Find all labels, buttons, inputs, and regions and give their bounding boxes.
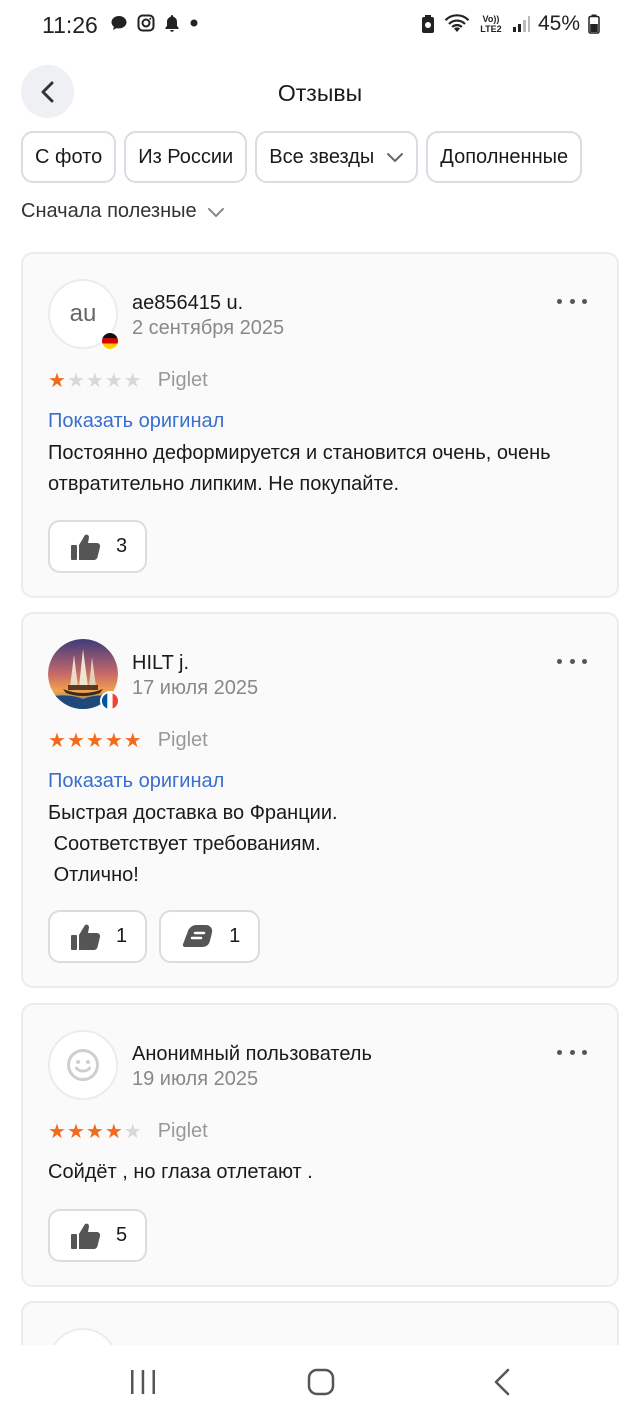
status-time: 11:26 <box>42 12 98 38</box>
review-date: 19 июля 2025 <box>132 1068 259 1090</box>
star-icon: ★ <box>66 370 85 392</box>
more-options-button[interactable] <box>557 656 587 666</box>
wifi-icon <box>444 14 470 32</box>
filter-with-photo[interactable]: С фото <box>21 131 117 183</box>
reviewer-name: HILT j. <box>132 652 190 674</box>
review-actions: 3 <box>48 520 148 573</box>
status-right: Vo)) LTE2 45% <box>420 12 600 36</box>
review-actions: 5 <box>48 1209 148 1262</box>
back-nav-button[interactable] <box>488 1367 518 1397</box>
germany-flag-icon <box>100 331 120 351</box>
comment-count: 1 <box>229 925 241 947</box>
network-label: Vo)) LTE2 <box>480 14 502 34</box>
like-button[interactable]: 1 <box>48 910 148 963</box>
star-icon: ★ <box>123 730 142 752</box>
chevron-down-icon <box>207 207 224 217</box>
star-icon: ★ <box>104 1121 123 1143</box>
thumbs-up-icon <box>71 534 101 560</box>
thumbs-up-icon <box>71 1223 101 1249</box>
smiley-icon <box>67 1049 99 1081</box>
product-variant: Piglet <box>157 729 208 751</box>
star-icon: ★ <box>66 730 85 752</box>
star-rating: ★ ★ ★ ★ ★ <box>48 1119 142 1144</box>
show-original-link[interactable]: Показать оригинал <box>48 410 224 433</box>
star-rating: ★ ★ ★ ★ ★ <box>48 368 142 393</box>
filter-all-stars[interactable]: Все звезды <box>255 131 419 183</box>
rating-row: ★ ★ ★ ★ ★ Piglet <box>48 728 208 753</box>
star-rating: ★ ★ ★ ★ ★ <box>48 728 142 753</box>
star-icon: ★ <box>104 730 123 752</box>
product-variant: Piglet <box>157 369 208 391</box>
star-icon: ★ <box>104 370 123 392</box>
review-text: Быстрая доставка во Франции. Соответству… <box>48 802 338 886</box>
filter-label: Из России <box>138 145 234 168</box>
instagram-icon <box>137 14 155 32</box>
comment-button[interactable]: 1 <box>159 910 261 963</box>
more-options-button[interactable] <box>557 1047 587 1057</box>
filter-label: Дополненные <box>440 145 569 168</box>
star-icon: ★ <box>66 1121 85 1143</box>
chevron-down-icon <box>387 153 404 163</box>
page-title: Отзывы <box>277 80 363 106</box>
like-count: 3 <box>116 535 128 557</box>
avatar[interactable] <box>48 1030 118 1100</box>
show-original-link[interactable]: Показать оригинал <box>48 770 224 793</box>
home-button[interactable] <box>306 1367 336 1397</box>
notification-icons <box>110 14 199 32</box>
bell-icon <box>165 15 179 32</box>
star-icon: ★ <box>123 370 142 392</box>
status-bar: 11:26 Vo)) LTE2 45% <box>0 0 640 52</box>
star-icon: ★ <box>48 370 66 392</box>
review-date: 2 сентября 2025 <box>132 317 285 339</box>
like-button[interactable]: 5 <box>48 1209 148 1262</box>
review-card: Анонимный пользователь 19 июля 2025 ★ ★ ★ ★… <box>21 1003 619 1287</box>
signal-icon <box>512 16 530 32</box>
battery-saver-icon <box>421 15 434 33</box>
reviewer-name: Анонимный пользователь <box>132 1043 372 1065</box>
star-icon: ★ <box>48 1121 66 1143</box>
like-count: 5 <box>116 1224 128 1246</box>
like-button[interactable]: 3 <box>48 520 148 573</box>
star-icon: ★ <box>123 1121 142 1143</box>
review-date: 17 июля 2025 <box>132 677 259 699</box>
filter-chips: С фото Из России Все звезды Дополненные <box>21 131 583 183</box>
thumbs-up-icon <box>71 924 101 950</box>
star-icon: ★ <box>85 1121 104 1143</box>
chat-icon <box>111 16 127 30</box>
star-icon: ★ <box>85 370 104 392</box>
rating-row: ★ ★ ★ ★ ★ Piglet <box>48 1119 208 1144</box>
filter-supplemented[interactable]: Дополненные <box>426 131 583 183</box>
review-card: au ae856415 u. 2 сентября 2025 ★ ★ ★ ★ ★ Pig… <box>21 252 619 598</box>
sort-label: Сначала полезные <box>21 200 197 222</box>
more-options-button[interactable] <box>557 296 587 306</box>
reviewer-name: ae856415 u. <box>132 292 244 314</box>
rating-row: ★ ★ ★ ★ ★ Piglet <box>48 368 208 393</box>
comment-icon <box>182 924 213 947</box>
filter-from-russia[interactable]: Из России <box>124 131 248 183</box>
review-actions: 1 1 <box>48 910 261 963</box>
filter-label: С фото <box>35 145 103 168</box>
product-variant: Piglet <box>157 1120 208 1142</box>
review-card: HILT j. 17 июля 2025 ★ ★ ★ ★ ★ Piglet Показа… <box>21 612 619 988</box>
star-icon: ★ <box>85 730 104 752</box>
avatar-initials: au <box>69 300 97 327</box>
review-text: Постоянно деформируется и становится оче… <box>48 442 557 495</box>
sort-selector[interactable]: Сначала полезные <box>21 200 225 223</box>
battery-percent: 45% <box>537 12 580 35</box>
system-nav-bar <box>0 1345 640 1423</box>
filter-label: Все звезды <box>269 145 375 168</box>
france-flag-icon <box>100 691 120 711</box>
recent-apps-button[interactable] <box>128 1367 158 1397</box>
header: Отзывы <box>0 60 640 124</box>
star-icon: ★ <box>48 730 66 752</box>
like-count: 1 <box>116 925 128 947</box>
battery-icon <box>588 14 600 34</box>
dot-icon <box>190 19 198 27</box>
review-text: Сойдёт , но глаза отлетают . <box>48 1161 313 1183</box>
